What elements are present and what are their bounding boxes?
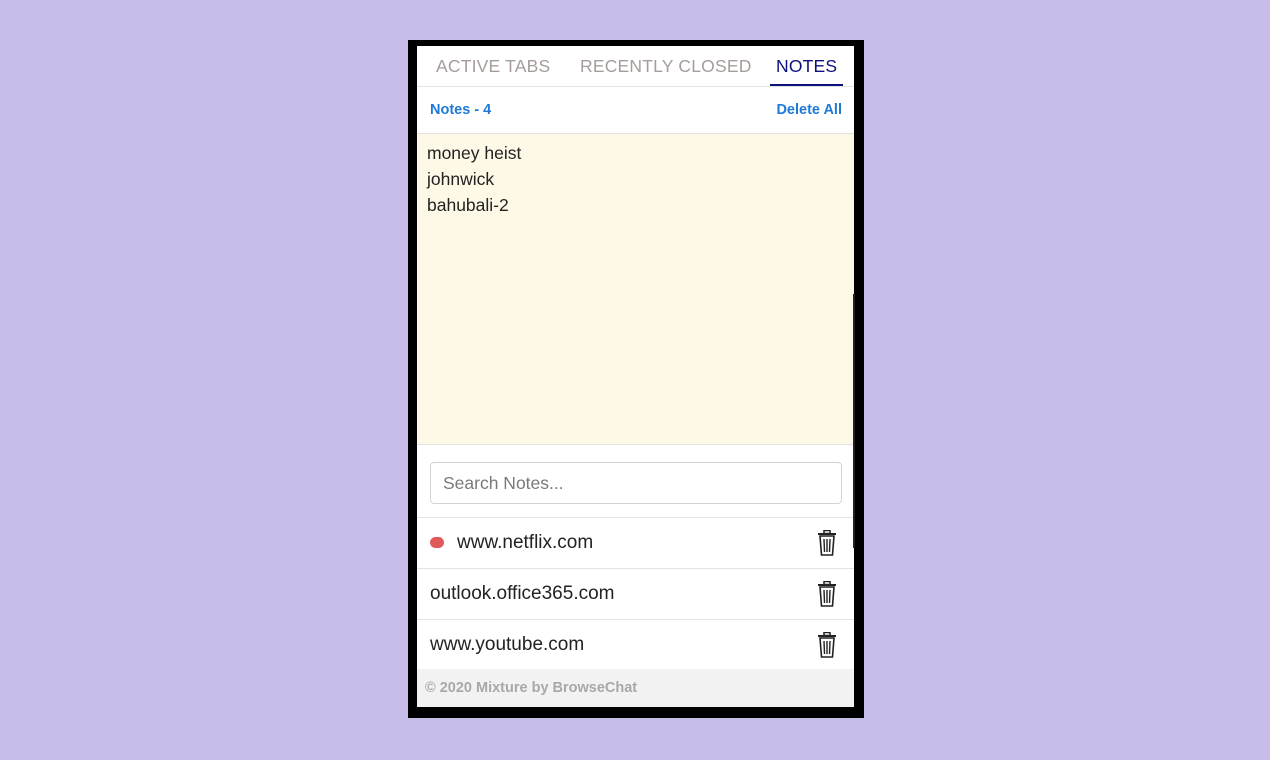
tab-recently-closed[interactable]: RECENTLY CLOSED [580,46,752,84]
list-item-label: www.youtube.com [430,634,585,655]
trash-icon[interactable] [817,530,837,556]
tab-active-tabs[interactable]: ACTIVE TABS [436,46,550,84]
notes-count: Notes - 4 [430,102,492,118]
list-item-label: outlook.office365.com [430,583,615,604]
list-item[interactable]: www.netflix.com [417,518,854,569]
status-dot-icon [430,537,444,548]
notes-header: Notes - 4 Delete All [417,87,854,134]
list-item[interactable]: outlook.office365.com [417,569,854,620]
footer-copyright: © 2020 Mixture by BrowseChat [425,680,638,696]
list-item[interactable]: www.youtube.com [417,620,854,670]
search-container [417,445,854,518]
trash-icon[interactable] [817,581,837,607]
delete-all-button[interactable]: Delete All [776,102,842,118]
tab-notes[interactable]: NOTES [770,46,844,86]
search-notes-input[interactable] [430,462,842,504]
trash-icon[interactable] [817,632,837,658]
scrollbar[interactable] [853,294,855,548]
list-item-label: www.netflix.com [457,532,594,553]
notes-site-list: www.netflix.com outlook.office365.com ww… [417,518,854,670]
footer: © 2020 Mixture by BrowseChat [417,669,854,707]
notes-textarea[interactable]: money heist johnwick bahubali-2 [417,134,854,445]
tab-bar: ACTIVE TABS RECENTLY CLOSED NOTES [417,46,854,87]
note-line: bahubali-2 [427,195,509,215]
note-line: johnwick [427,169,495,189]
extension-popup: ACTIVE TABS RECENTLY CLOSED NOTES Notes … [417,46,854,707]
note-line: money heist [427,143,522,163]
